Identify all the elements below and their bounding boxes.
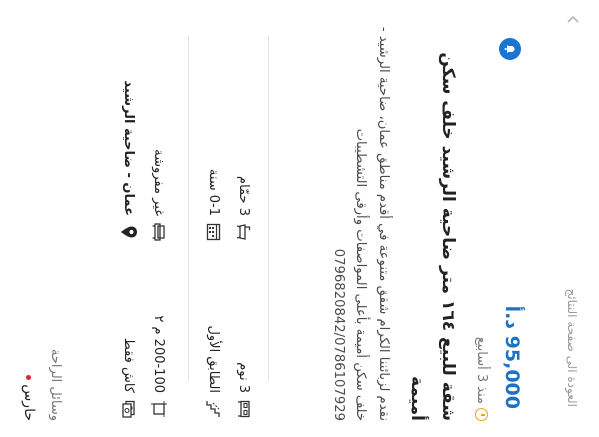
sofa-icon <box>149 222 169 242</box>
price-row: 95,000 د.أ <box>495 12 525 425</box>
amenities-title: وسائل الراحة <box>48 348 63 421</box>
feature-bathrooms-label: 3 حمّام <box>236 176 252 216</box>
feature-location-label: عمان - ضاحية الرشيد <box>121 80 137 216</box>
bathtub-icon <box>234 222 254 242</box>
feature-area: 200-100 م ٢ <box>149 315 169 419</box>
amenity-label: حارس <box>21 384 37 421</box>
listing-content: { "nav": { "back_label": "العودة الى صفح… <box>0 0 599 437</box>
posted-time: منذ 3 أسابيع <box>474 14 489 421</box>
feature-age-label: 0-1 سنة <box>206 168 222 216</box>
bullet-dot-icon <box>26 375 32 381</box>
listing-screen: { "nav": { "back_label": "العودة الى صفح… <box>0 0 599 437</box>
feature-furnishing-label: غير مفروشة <box>151 149 167 216</box>
bell-icon[interactable] <box>499 38 521 60</box>
feature-location: عمان - ضاحية الرشيد <box>119 80 139 242</box>
cash-icon <box>119 399 139 419</box>
feature-bathrooms: 3 حمّام <box>234 176 254 242</box>
feature-bedrooms: 3 نوم <box>234 362 254 419</box>
feature-bedrooms-label: 3 نوم <box>236 362 252 393</box>
area-icon <box>149 399 169 419</box>
listing-description: نقدم لزبائننا الكرام شقق متنوعة في أقدم … <box>331 26 391 421</box>
amenity-item: حارس <box>21 375 37 421</box>
feature-floor-label: الطابق الأول <box>206 325 222 393</box>
listing-title: شقة للبيع ١٦٤ متر ضاحية الرشيد خلف سكن أ… <box>407 52 458 421</box>
feature-payment-label: كاش فقط <box>121 337 137 393</box>
chevron-left-icon[interactable] <box>561 8 585 32</box>
divider <box>188 36 189 381</box>
clock-icon <box>475 408 488 421</box>
divider <box>268 36 269 381</box>
feature-floor: الطابق الأول <box>204 325 224 419</box>
feature-payment: كاش فقط <box>119 338 139 419</box>
location-pin-icon <box>119 222 139 242</box>
bed-icon <box>234 399 254 419</box>
feature-age: 0-1 سنة <box>204 169 224 242</box>
posted-time-label: منذ 3 أسابيع <box>474 336 489 404</box>
calendar-icon <box>204 222 224 242</box>
back-to-results-link[interactable]: العودة الى صفحة النتائج <box>565 289 579 407</box>
feature-furnishing: غير مفروشة <box>149 149 169 242</box>
stairs-icon <box>204 399 224 419</box>
listing-price: 95,000 د.أ <box>501 305 523 409</box>
feature-area-label: 200-100 م ٢ <box>151 315 167 393</box>
